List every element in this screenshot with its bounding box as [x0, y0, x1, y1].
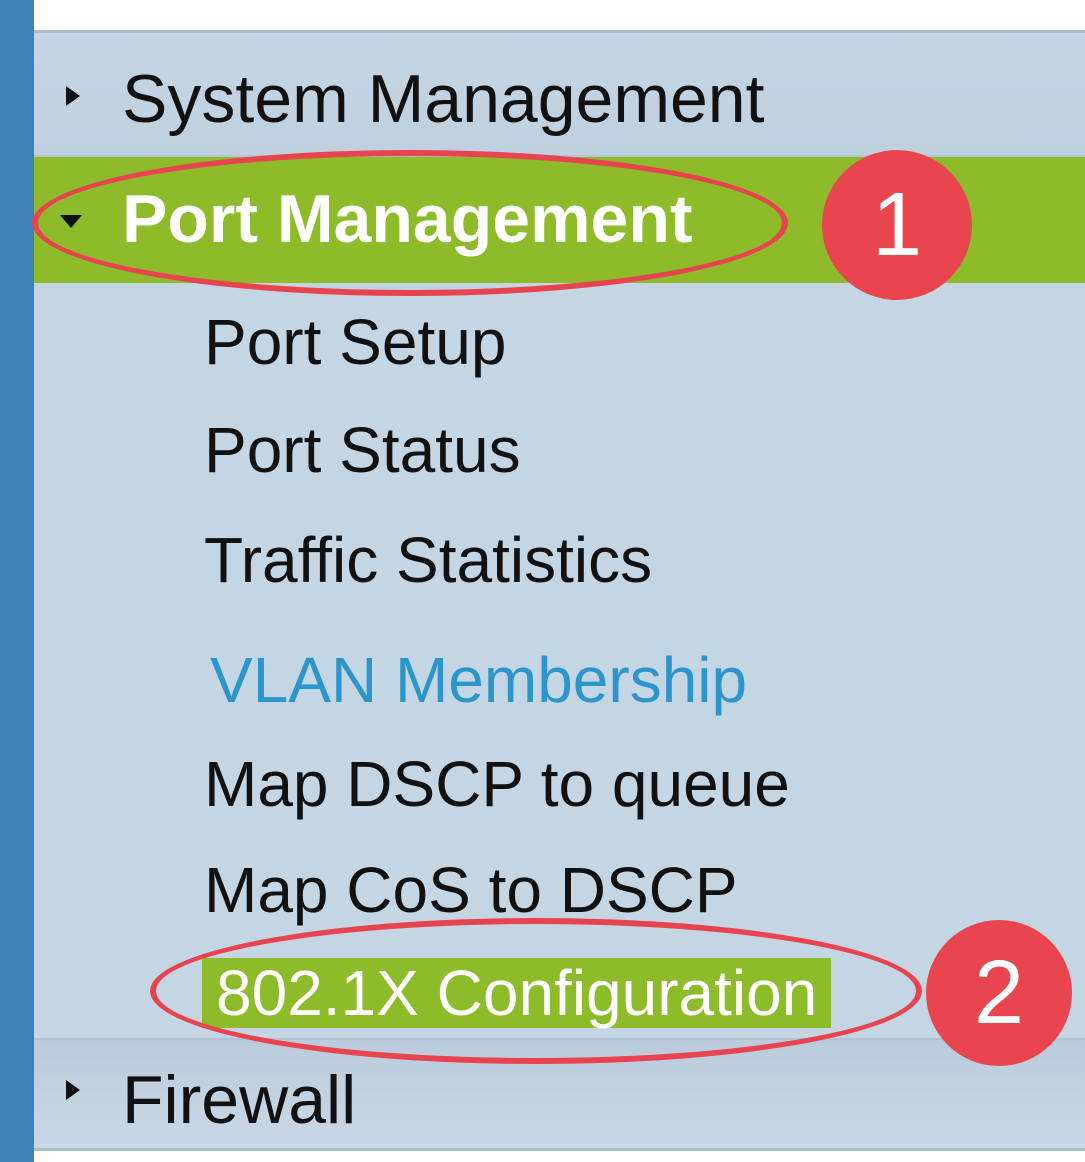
caret-right-icon [66, 1080, 80, 1100]
annotation-ring-port-management [32, 150, 788, 296]
annotation-badge-step-2: 2 [926, 920, 1072, 1066]
nav-item-port-setup[interactable]: Port Setup [204, 310, 506, 374]
navigation-sidebar: System Management Port Management Port S… [0, 0, 1085, 1162]
nav-section-system-management[interactable]: System Management [34, 33, 1085, 157]
nav-item-vlan-membership[interactable]: VLAN Membership [210, 648, 747, 712]
annotation-ring-802-1x [150, 918, 922, 1064]
caret-right-icon [66, 86, 80, 106]
sidebar-bottom-divider [34, 1148, 1085, 1162]
nav-item-port-status[interactable]: Port Status [204, 418, 521, 482]
sidebar-top-divider [34, 0, 1085, 33]
annotation-badge-step-1: 1 [822, 150, 972, 300]
nav-section-label: System Management [122, 61, 765, 137]
nav-item-map-dscp-to-queue[interactable]: Map DSCP to queue [204, 752, 790, 816]
nav-item-map-cos-to-dscp[interactable]: Map CoS to DSCP [204, 858, 738, 922]
nav-item-traffic-statistics[interactable]: Traffic Statistics [204, 528, 652, 592]
nav-section-label: Firewall [122, 1062, 357, 1138]
sidebar-accent-bar [0, 0, 34, 1162]
